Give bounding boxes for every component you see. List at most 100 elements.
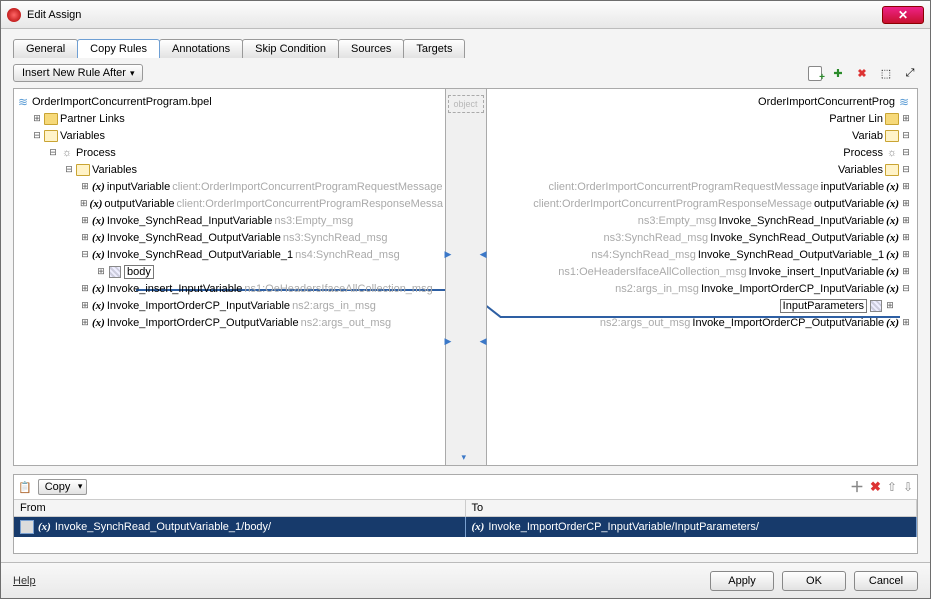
tree-expander[interactable]: ⊟ — [64, 164, 74, 175]
tree-expander[interactable]: ⊟ — [901, 164, 911, 175]
variable-node[interactable]: Invoke_SynchRead_InputVariable — [719, 215, 885, 227]
folder-icon — [76, 163, 90, 177]
tree-expander[interactable]: ⊞ — [32, 113, 42, 124]
tree-expander[interactable]: ⊞ — [80, 181, 90, 192]
variables-node[interactable]: Variab — [852, 130, 883, 142]
tree-expander[interactable]: ⊟ — [901, 130, 911, 141]
variable-node[interactable]: Invoke_SynchRead_OutputVariable_1 — [107, 249, 293, 261]
tree-expander[interactable]: ⊞ — [901, 317, 911, 328]
process-node[interactable]: Process — [843, 147, 883, 159]
variable-node[interactable]: Invoke_insert_InputVariable — [107, 283, 243, 295]
variables-inner-node[interactable]: Variables — [838, 164, 883, 176]
move-up-icon[interactable]: ⇧ — [887, 480, 897, 494]
add-icon[interactable]: ✚ — [830, 65, 846, 81]
selected-source-node[interactable]: body — [124, 265, 154, 279]
tree-expander[interactable]: ⊞ — [901, 249, 911, 260]
tab-skip-condition[interactable]: Skip Condition — [242, 39, 339, 58]
apply-button[interactable]: Apply — [710, 571, 774, 591]
tab-general[interactable]: General — [13, 39, 78, 58]
expand-icon[interactable]: ⤢ — [902, 65, 918, 81]
tree-expander[interactable]: ⊞ — [901, 266, 911, 277]
folder-icon — [44, 112, 58, 126]
mapping-arrow-icon: ▶ — [445, 249, 452, 260]
folder-icon — [885, 129, 899, 143]
process-node[interactable]: Process — [76, 147, 116, 159]
type-hint: ns2:args_out_msg — [301, 317, 392, 329]
variables-inner-node[interactable]: Variables — [92, 164, 137, 176]
type-hint: client:OrderImportConcurrentProgramRespo… — [533, 198, 812, 210]
process-icon — [885, 146, 899, 160]
tree-expander[interactable]: ⊟ — [32, 130, 42, 141]
mapping-arrow-icon: ◀ — [480, 249, 487, 260]
window-close-button[interactable]: ✕ — [882, 6, 924, 24]
process-icon — [60, 146, 74, 160]
new-variable-icon[interactable] — [808, 66, 822, 81]
variable-node[interactable]: Invoke_SynchRead_OutputVariable — [710, 232, 884, 244]
window-title: Edit Assign — [27, 9, 81, 21]
object-drop-zone[interactable]: object — [448, 95, 484, 113]
help-link[interactable]: Help — [13, 575, 36, 587]
tree-expander[interactable]: ⊟ — [48, 147, 58, 158]
type-hint: client:OrderImportConcurrentProgramReque… — [549, 181, 819, 193]
tree-expander[interactable]: ⊟ — [80, 249, 90, 260]
variable-node[interactable]: Invoke_ImportOrderCP_InputVariable — [701, 283, 884, 295]
target-tree[interactable]: OrderImportConcurrentProg Partner Lin⊞ V… — [487, 89, 918, 465]
copy-rule-row[interactable]: (x)Invoke_SynchRead_OutputVariable_1/bod… — [14, 517, 917, 537]
source-tree[interactable]: OrderImportConcurrentProgram.bpel ⊞Partn… — [14, 89, 445, 465]
tree-expander[interactable]: ⊞ — [901, 113, 911, 124]
variable-node[interactable]: Invoke_ImportOrderCP_OutputVariable — [107, 317, 299, 329]
variable-node[interactable]: Invoke_ImportOrderCP_OutputVariable — [692, 317, 884, 329]
tree-expander[interactable]: ⊞ — [80, 198, 88, 209]
tree-expander[interactable]: ⊞ — [901, 232, 911, 243]
tree-expander[interactable]: ⊞ — [80, 283, 90, 294]
variable-node[interactable]: Invoke_ImportOrderCP_InputVariable — [107, 300, 290, 312]
insert-rule-dropdown[interactable]: Insert New Rule After — [13, 64, 143, 82]
tree-expander[interactable]: ⊞ — [80, 317, 90, 328]
tab-targets[interactable]: Targets — [403, 39, 465, 58]
variable-node[interactable]: Invoke_SynchRead_OutputVariable_1 — [698, 249, 884, 261]
variable-icon: (x) — [886, 198, 899, 210]
variable-icon: (x) — [886, 249, 899, 261]
tree-expander[interactable]: ⊞ — [901, 215, 911, 226]
tree-expander[interactable]: ⊞ — [885, 300, 895, 311]
variables-node[interactable]: Variables — [60, 130, 105, 142]
tree-expander[interactable]: ⊟ — [901, 283, 911, 294]
bind-icon[interactable]: ⬚ — [878, 65, 894, 81]
move-down-icon[interactable]: ⇩ — [903, 480, 913, 494]
tab-annotations[interactable]: Annotations — [159, 39, 243, 58]
bpel-icon — [897, 95, 911, 109]
h-scrollbar[interactable] — [489, 331, 916, 345]
tree-expander[interactable]: ⊟ — [901, 147, 911, 158]
tree-expander[interactable]: ⊞ — [80, 215, 90, 226]
variable-node[interactable]: Invoke_insert_InputVariable — [749, 266, 885, 278]
partner-links-node[interactable]: Partner Lin — [829, 113, 883, 125]
rule-toolbar: ✚ ✖ ⬚ ⤢ — [808, 65, 918, 81]
selected-target-node[interactable]: InputParameters — [780, 299, 867, 313]
variable-node[interactable]: Invoke_SynchRead_OutputVariable — [107, 232, 281, 244]
variable-icon: (x) — [92, 283, 105, 295]
mapping-arrow-icon: ▶ — [445, 336, 452, 347]
variable-node[interactable]: inputVariable — [821, 181, 884, 193]
bpel-icon — [16, 95, 30, 109]
partner-links-node[interactable]: Partner Links — [60, 113, 125, 125]
tree-expander[interactable]: ⊞ — [96, 266, 106, 277]
variable-node[interactable]: inputVariable — [107, 181, 170, 193]
variable-node[interactable]: outputVariable — [814, 198, 884, 210]
tree-expander[interactable]: ⊞ — [901, 198, 911, 209]
copy-type-dropdown[interactable]: Copy — [38, 479, 88, 495]
delete-icon[interactable]: ✖ — [854, 65, 870, 81]
tab-copy-rules[interactable]: Copy Rules — [77, 39, 160, 58]
add-rule-icon[interactable]: ＋ — [850, 477, 864, 497]
tab-sources[interactable]: Sources — [338, 39, 404, 58]
remove-rule-icon[interactable]: ✖ — [870, 479, 881, 495]
tree-expander[interactable]: ⊞ — [80, 300, 90, 311]
pane-divider[interactable]: object ▶ ◀ ▶ ◀ ▾ — [445, 89, 487, 465]
cancel-button[interactable]: Cancel — [854, 571, 918, 591]
variable-icon: (x) — [472, 521, 485, 533]
tree-expander[interactable]: ⊞ — [80, 232, 90, 243]
variable-node[interactable]: Invoke_SynchRead_InputVariable — [107, 215, 273, 227]
tree-expander[interactable]: ⊞ — [901, 181, 911, 192]
h-scrollbar[interactable] — [16, 331, 443, 345]
variable-node[interactable]: outputVariable — [104, 198, 174, 210]
ok-button[interactable]: OK — [782, 571, 846, 591]
